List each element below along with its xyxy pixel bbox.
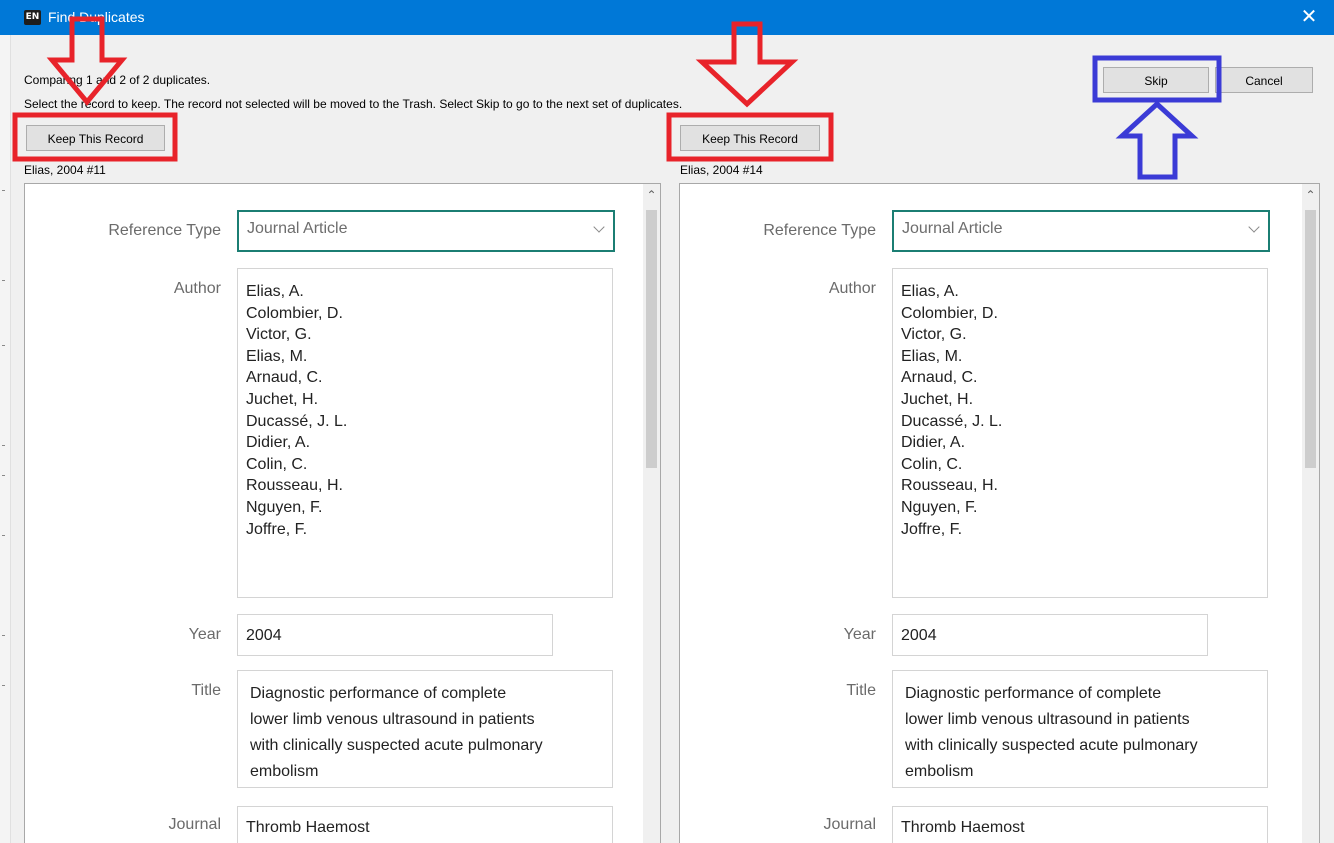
scroll-thumb[interactable] xyxy=(1305,210,1316,468)
title-label: Title xyxy=(846,682,876,699)
record-2-scrollbar[interactable]: ⌃ xyxy=(1302,184,1319,843)
skip-button[interactable]: Skip xyxy=(1103,67,1209,93)
author-item: Nguyen, F. xyxy=(901,498,978,516)
title-line: embolism xyxy=(905,763,974,780)
author-item: Elias, A. xyxy=(901,283,959,300)
reference-type-label: Reference Type xyxy=(108,222,221,239)
endnote-app-icon: EN xyxy=(24,10,41,25)
reference-type-value: Journal Article xyxy=(247,220,348,237)
title-line: Diagnostic performance of complete xyxy=(250,685,507,702)
record-2-panel: Reference Type Journal Article Author El… xyxy=(679,183,1320,843)
author-item: Elias, M. xyxy=(246,347,308,365)
journal-value: Thromb Haemost xyxy=(246,819,370,836)
journal-field[interactable]: Thromb Haemost xyxy=(237,806,613,843)
title-line: lower limb venous ultrasound in patients xyxy=(905,711,1190,728)
background-window-edge xyxy=(0,35,11,843)
author-item: Juchet, H. xyxy=(901,390,974,408)
title-line: with clinically suspected acute pulmonar… xyxy=(250,737,543,754)
author-item: Juchet, H. xyxy=(246,390,319,408)
author-field[interactable]: Elias, A. Colombier, D. Victor, G. Elias… xyxy=(237,268,613,598)
author-item: Ducassé, J. L. xyxy=(246,412,348,430)
comparing-status: Comparing 1 and 2 of 2 duplicates. xyxy=(24,73,211,87)
author-item: Elias, A. xyxy=(246,283,304,300)
keep-record-2-button[interactable]: Keep This Record xyxy=(680,125,820,151)
author-item: Colin, C. xyxy=(246,455,308,473)
author-item: Arnaud, C. xyxy=(246,369,323,387)
title-line: lower limb venous ultrasound in patients xyxy=(250,711,535,728)
window-title: Find Duplicates xyxy=(48,9,145,25)
year-field[interactable]: 2004 xyxy=(892,614,1208,656)
author-item: Joffre, F. xyxy=(246,520,308,538)
title-line: Diagnostic performance of complete xyxy=(905,685,1162,702)
journal-value: Thromb Haemost xyxy=(901,819,1025,836)
journal-label: Journal xyxy=(168,816,221,833)
title-field[interactable]: Diagnostic performance of complete lower… xyxy=(892,670,1268,788)
author-item: Colombier, D. xyxy=(246,304,343,322)
author-item: Elias, M. xyxy=(901,347,963,365)
reference-type-select[interactable]: Journal Article xyxy=(892,210,1270,252)
instructions-text: Select the record to keep. The record no… xyxy=(24,97,683,111)
record-1-panel: Reference Type Journal Article Author El… xyxy=(24,183,661,843)
author-label: Author xyxy=(173,280,221,297)
year-label: Year xyxy=(188,626,221,643)
record-2-header: Elias, 2004 #14 xyxy=(680,163,763,177)
journal-field[interactable]: Thromb Haemost xyxy=(892,806,1268,843)
arrow-up-icon xyxy=(1115,100,1199,180)
author-item: Arnaud, C. xyxy=(901,369,978,387)
record-1-scrollbar[interactable]: ⌃ xyxy=(643,184,660,843)
year-value: 2004 xyxy=(901,627,937,644)
author-item: Nguyen, F. xyxy=(246,498,323,516)
author-label: Author xyxy=(828,280,876,297)
chevron-down-icon xyxy=(1248,221,1260,233)
author-item: Victor, G. xyxy=(246,326,312,344)
year-field[interactable]: 2004 xyxy=(237,614,553,656)
year-label: Year xyxy=(843,626,876,643)
chevron-down-icon xyxy=(593,221,605,233)
close-icon[interactable]: ✕ xyxy=(1294,4,1324,30)
title-line: with clinically suspected acute pulmonar… xyxy=(905,737,1198,754)
reference-type-label: Reference Type xyxy=(763,222,876,239)
year-value: 2004 xyxy=(246,627,282,644)
title-bar: EN Find Duplicates ✕ xyxy=(0,0,1334,35)
record-1-header: Elias, 2004 #11 xyxy=(24,163,106,177)
reference-type-value: Journal Article xyxy=(902,220,1003,237)
scroll-up-icon[interactable]: ⌃ xyxy=(1302,188,1319,202)
author-item: Joffre, F. xyxy=(901,520,963,538)
keep-record-1-button[interactable]: Keep This Record xyxy=(26,125,165,151)
journal-label: Journal xyxy=(823,816,876,833)
author-item: Colombier, D. xyxy=(901,304,998,322)
author-item: Rousseau, H. xyxy=(901,477,998,495)
title-line: embolism xyxy=(250,763,319,780)
author-item: Didier, A. xyxy=(246,434,311,452)
author-field[interactable]: Elias, A. Colombier, D. Victor, G. Elias… xyxy=(892,268,1268,598)
cancel-button[interactable]: Cancel xyxy=(1215,67,1313,93)
scroll-thumb[interactable] xyxy=(646,210,657,468)
reference-type-select[interactable]: Journal Article xyxy=(237,210,615,252)
title-field[interactable]: Diagnostic performance of complete lower… xyxy=(237,670,613,788)
author-item: Didier, A. xyxy=(901,434,966,452)
scroll-up-icon[interactable]: ⌃ xyxy=(643,188,660,202)
author-item: Colin, C. xyxy=(901,455,963,473)
author-item: Victor, G. xyxy=(901,326,967,344)
author-item: Rousseau, H. xyxy=(246,477,343,495)
arrow-down-icon xyxy=(695,21,799,108)
title-label: Title xyxy=(191,682,221,699)
author-item: Ducassé, J. L. xyxy=(901,412,1003,430)
